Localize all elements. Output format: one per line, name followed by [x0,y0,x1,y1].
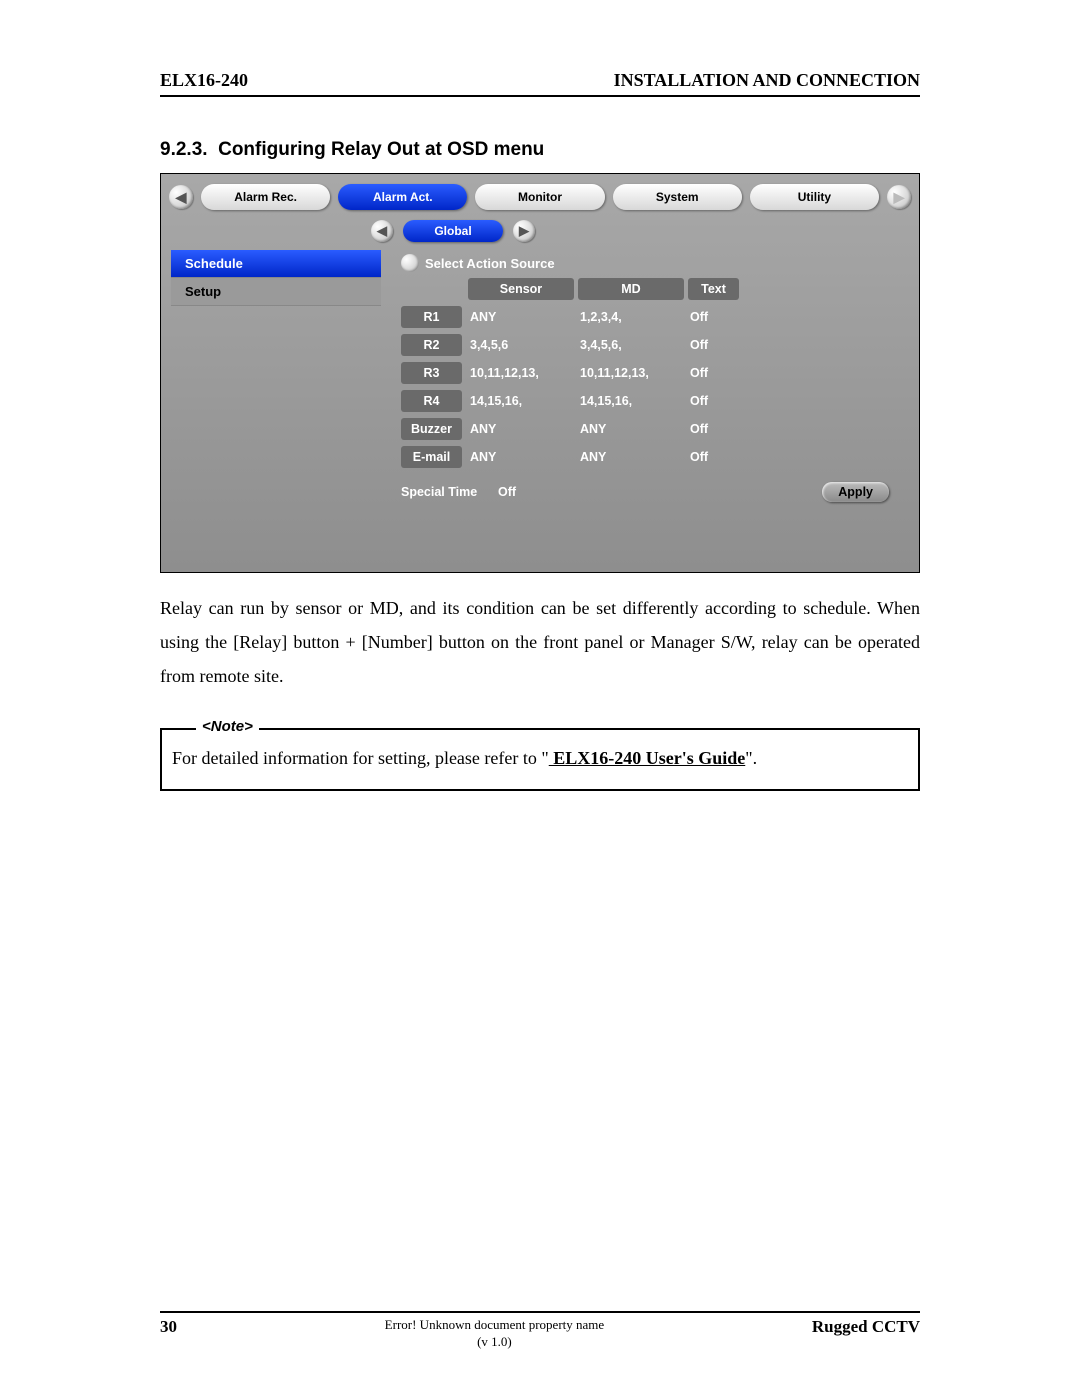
tab-left-arrow-icon[interactable]: ◀ [169,185,193,209]
header-left: ELX16-240 [160,70,248,91]
footer-brand: Rugged CCTV [812,1317,920,1337]
buzzer-md[interactable]: ANY [576,420,686,438]
special-time[interactable]: Special Time Off [401,485,516,499]
tab-system[interactable]: System [613,184,742,210]
page-footer: 30 Error! Unknown document property name… [160,1311,920,1351]
note-label: <Note> [196,718,259,735]
row-r4[interactable]: R4 [401,390,462,412]
apply-button[interactable]: Apply [822,482,889,502]
select-action-source-label: Select Action Source [425,256,555,271]
body-paragraph: Relay can run by sensor or MD, and its c… [160,591,920,694]
buzzer-text[interactable]: Off [686,420,741,438]
tab-alarm-act[interactable]: Alarm Act. [338,184,467,210]
note-text-pre: For detailed information for setting, pl… [172,748,549,768]
row-r3[interactable]: R3 [401,362,462,384]
tab-monitor[interactable]: Monitor [475,184,604,210]
row-r2[interactable]: R2 [401,334,462,356]
r4-sensor[interactable]: 14,15,16, [466,392,576,410]
osd-screenshot: ◀ Alarm Rec. Alarm Act. Monitor System U… [160,173,920,573]
select-action-dot-icon[interactable] [401,254,419,272]
col-md: MD [578,278,684,300]
tab-utility[interactable]: Utility [750,184,879,210]
col-text: Text [688,278,739,300]
r2-md[interactable]: 3,4,5,6, [576,336,686,354]
subtab-right-arrow-icon[interactable]: ▶ [513,220,535,242]
email-md[interactable]: ANY [576,448,686,466]
note-box: <Note> For detailed information for sett… [160,728,920,791]
header-right: INSTALLATION AND CONNECTION [614,70,920,91]
buzzer-sensor[interactable]: ANY [466,420,576,438]
r3-text[interactable]: Off [686,364,741,382]
note-link-users-guide: ELX16-240 User's Guide [549,748,746,768]
subtab-left-arrow-icon[interactable]: ◀ [371,220,393,242]
email-text[interactable]: Off [686,448,741,466]
note-text-post: ". [745,748,757,768]
r1-md[interactable]: 1,2,3,4, [576,308,686,326]
r3-sensor[interactable]: 10,11,12,13, [466,364,576,382]
r4-text[interactable]: Off [686,392,741,410]
r1-text[interactable]: Off [686,308,741,326]
action-source-table: Sensor MD Text R1 ANY 1,2,3,4, Off R2 3,… [401,278,891,468]
osd-top-tabs: ◀ Alarm Rec. Alarm Act. Monitor System U… [161,174,919,216]
footer-page-number: 30 [160,1317,177,1337]
footer-center-version: (v 1.0) [477,1334,512,1349]
tab-alarm-rec[interactable]: Alarm Rec. [201,184,330,210]
row-r1[interactable]: R1 [401,306,462,328]
footer-center-error: Error! Unknown document property name [385,1317,605,1332]
col-sensor: Sensor [468,278,574,300]
section-title: 9.2.3. Configuring Relay Out at OSD menu [160,139,920,161]
tab-right-arrow-icon[interactable]: ▶ [887,185,911,209]
sidebar-item-schedule[interactable]: Schedule [171,250,381,278]
subtab-global[interactable]: Global [403,220,503,242]
sidebar-item-setup[interactable]: Setup [171,278,381,306]
r3-md[interactable]: 10,11,12,13, [576,364,686,382]
row-buzzer[interactable]: Buzzer [401,418,462,440]
osd-subtab-row: ◀ Global ▶ [161,216,919,250]
r1-sensor[interactable]: ANY [466,308,576,326]
r2-sensor[interactable]: 3,4,5,6 [466,336,576,354]
osd-main-panel: Select Action Source Sensor MD Text R1 A… [381,250,909,502]
r4-md[interactable]: 14,15,16, [576,392,686,410]
page-header: ELX16-240 INSTALLATION AND CONNECTION [160,70,920,97]
osd-sidebar: Schedule Setup [171,250,381,502]
email-sensor[interactable]: ANY [466,448,576,466]
r2-text[interactable]: Off [686,336,741,354]
row-email[interactable]: E-mail [401,446,462,468]
